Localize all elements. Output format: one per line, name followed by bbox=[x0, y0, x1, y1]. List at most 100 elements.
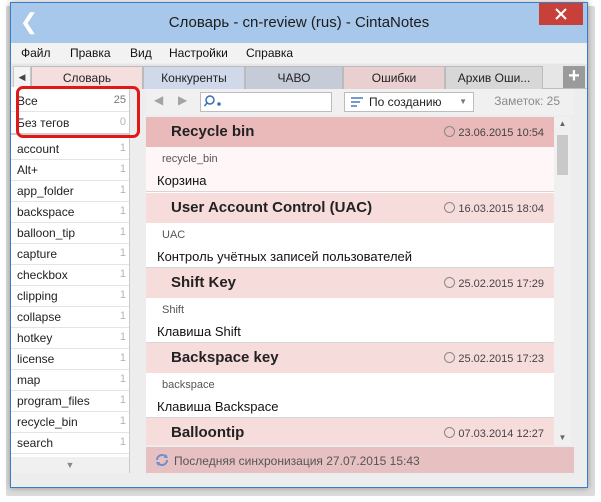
tag-label: collapse bbox=[17, 310, 62, 324]
menu-file[interactable]: Файл bbox=[21, 46, 51, 60]
tag-item[interactable]: app_folder 1 bbox=[11, 180, 129, 202]
tag-label: license bbox=[17, 352, 55, 366]
note-title: Balloontip bbox=[171, 424, 245, 441]
tag-label: map bbox=[17, 373, 41, 387]
note-header: Recycle bin 23.06.2015 10:54 bbox=[146, 117, 554, 147]
note-card[interactable]: Shift Key 25.02.2015 17:29 Shift Клавиша… bbox=[146, 268, 554, 343]
scrollbar-thumb[interactable] bbox=[557, 135, 568, 175]
tag-sidebar: Все 25 Без тегов 0 account 1 Alt+ 1 app_fold… bbox=[11, 87, 130, 473]
sort-select[interactable]: По созданию ▼ bbox=[344, 92, 474, 112]
tab-scroll-left-button[interactable]: ◀ bbox=[13, 66, 31, 88]
note-title: Shift Key bbox=[171, 274, 237, 291]
plus-icon: + bbox=[568, 65, 580, 87]
back-arrow-icon: ❮ bbox=[19, 9, 39, 34]
notes-count: Заметок: 25 bbox=[494, 94, 560, 108]
tag-count: 1 bbox=[119, 247, 126, 259]
note-date: 25.02.2015 17:23 bbox=[444, 352, 544, 365]
close-button[interactable] bbox=[539, 3, 583, 25]
tag-count: 1 bbox=[119, 436, 126, 448]
note-card[interactable]: Backspace key 25.02.2015 17:23 backspace… bbox=[146, 343, 554, 418]
highlight-annotation bbox=[16, 86, 140, 138]
tab-competitors[interactable]: Конкуренты bbox=[143, 66, 245, 89]
note-card[interactable]: User Account Control (UAC) 16.03.2015 18… bbox=[146, 193, 554, 268]
note-date: 23.06.2015 10:54 bbox=[444, 126, 544, 139]
scroll-up-icon[interactable]: ▲ bbox=[554, 117, 571, 131]
tag-count: 1 bbox=[119, 142, 126, 154]
tag-label: program_files bbox=[17, 394, 90, 408]
note-tag[interactable]: recycle_bin bbox=[162, 153, 218, 165]
tab-bugs-archive[interactable]: Архив Оши... bbox=[445, 66, 543, 89]
tag-label: balloon_tip bbox=[17, 226, 76, 240]
nav-back-icon[interactable]: ◀ bbox=[154, 93, 163, 107]
note-tag[interactable]: Shift bbox=[162, 304, 184, 316]
search-icon bbox=[204, 95, 221, 107]
tag-item[interactable]: Alt+ 1 bbox=[11, 159, 129, 181]
sync-icon[interactable] bbox=[154, 452, 170, 468]
clock-icon bbox=[444, 202, 456, 213]
tag-count: 1 bbox=[119, 289, 126, 301]
menu-edit[interactable]: Правка bbox=[70, 46, 111, 60]
tag-item[interactable]: backspace 1 bbox=[11, 201, 129, 223]
tag-item[interactable]: balloon_tip 1 bbox=[11, 222, 129, 244]
tag-item[interactable]: account 1 bbox=[11, 138, 129, 160]
tag-label: account bbox=[17, 142, 60, 156]
note-date: 07.03.2014 12:27 bbox=[444, 427, 544, 440]
note-card[interactable]: Balloontip 07.03.2014 12:27 bbox=[146, 418, 554, 445]
note-header: Balloontip 07.03.2014 12:27 bbox=[146, 418, 554, 445]
tag-item[interactable]: collapse 1 bbox=[11, 306, 129, 328]
tag-item[interactable]: recycle_bin 1 bbox=[11, 411, 129, 433]
add-tab-button[interactable]: + bbox=[563, 66, 585, 88]
notes-list: Recycle bin 23.06.2015 10:54 recycle_bin… bbox=[146, 117, 554, 445]
note-title: Recycle bin bbox=[171, 123, 255, 140]
tag-label: checkbox bbox=[17, 268, 68, 282]
clock-icon bbox=[444, 277, 456, 288]
tag-item[interactable]: capture 1 bbox=[11, 243, 129, 265]
menu-help[interactable]: Справка bbox=[246, 46, 293, 60]
window-title: Словарь - cn-review (rus) - CintaNotes bbox=[168, 14, 430, 31]
tag-count: 1 bbox=[119, 268, 126, 280]
note-header: Shift Key 25.02.2015 17:29 bbox=[146, 268, 554, 298]
tag-label: backspace bbox=[17, 205, 75, 219]
note-card[interactable]: Recycle bin 23.06.2015 10:54 recycle_bin… bbox=[146, 117, 554, 192]
nav-forward-icon[interactable]: ▶ bbox=[178, 93, 187, 107]
tag-count: 1 bbox=[119, 352, 126, 364]
tag-item[interactable]: search 1 bbox=[11, 432, 129, 454]
tag-label: hotkey bbox=[17, 331, 53, 345]
tag-item[interactable]: checkbox 1 bbox=[11, 264, 129, 286]
tag-item[interactable]: license 1 bbox=[11, 348, 129, 370]
tag-count: 1 bbox=[119, 331, 126, 343]
note-header: Backspace key 25.02.2015 17:23 bbox=[146, 343, 554, 373]
note-title: Backspace key bbox=[171, 349, 279, 366]
tab-faq[interactable]: ЧАВО bbox=[245, 66, 343, 89]
note-tag[interactable]: UAC bbox=[162, 229, 185, 241]
sidebar-scroll-down-button[interactable]: ▼ bbox=[11, 457, 129, 473]
tag-count: 1 bbox=[119, 373, 126, 385]
note-tag[interactable]: backspace bbox=[162, 379, 215, 391]
menu-bar: Файл Правка Вид Настройки Справка bbox=[11, 43, 587, 63]
note-body: Клавиша Backspace bbox=[157, 399, 279, 414]
note-header: User Account Control (UAC) 16.03.2015 18… bbox=[146, 193, 554, 223]
notes-scrollbar[interactable]: ▲ ▼ bbox=[554, 117, 571, 445]
back-button[interactable]: ❮ bbox=[17, 11, 41, 35]
sort-icon bbox=[351, 97, 363, 107]
scroll-down-icon[interactable]: ▼ bbox=[554, 431, 571, 445]
tag-item[interactable]: program_files 1 bbox=[11, 390, 129, 412]
note-date: 25.02.2015 17:29 bbox=[444, 277, 544, 290]
tag-item[interactable]: clipping 1 bbox=[11, 285, 129, 307]
title-bar: ❮ Словарь - cn-review (rus) - CintaNotes bbox=[11, 3, 587, 43]
tag-label: app_folder bbox=[17, 184, 74, 198]
menu-settings[interactable]: Настройки bbox=[169, 46, 228, 60]
tag-item[interactable]: map 1 bbox=[11, 369, 129, 391]
search-input[interactable] bbox=[200, 92, 332, 112]
tag-item[interactable]: hotkey 1 bbox=[11, 327, 129, 349]
tag-count: 1 bbox=[119, 163, 126, 175]
menu-view[interactable]: Вид bbox=[130, 46, 152, 60]
tag-label: clipping bbox=[17, 289, 58, 303]
note-date: 16.03.2015 18:04 bbox=[444, 202, 544, 215]
tag-label: capture bbox=[17, 247, 58, 261]
tab-bugs[interactable]: Ошибки bbox=[343, 66, 445, 89]
note-body: Клавиша Shift bbox=[157, 324, 241, 339]
tag-count: 1 bbox=[119, 310, 126, 322]
clock-icon bbox=[444, 352, 456, 363]
clock-icon bbox=[444, 126, 456, 137]
